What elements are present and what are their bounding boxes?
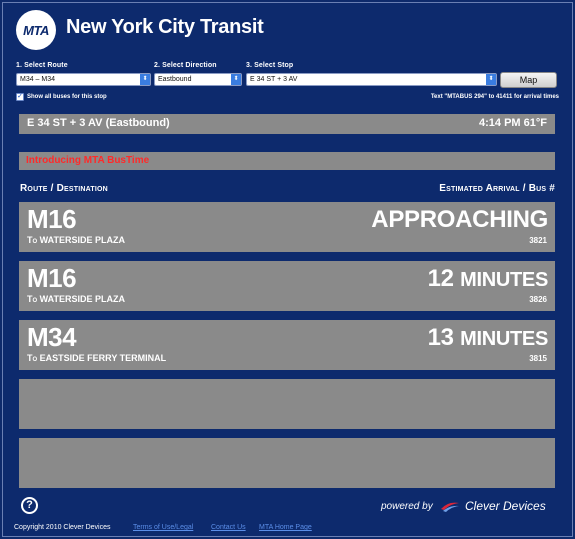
route-number: M16 xyxy=(27,263,77,293)
notice-bar: Introducing MTA BusTime xyxy=(19,152,555,170)
stop-select-value: E 34 ST + 3 AV xyxy=(250,76,298,83)
chevron-updown-icon: ⬍ xyxy=(140,74,150,85)
arrival-row: M16 To WATERSIDE PLAZA 12 MINUTES 3826 xyxy=(19,261,555,311)
eta-unit: MINUTES xyxy=(460,328,548,350)
eta-unit: MINUTES xyxy=(460,269,548,291)
route-select[interactable]: M34 – M34 ⬍ xyxy=(16,73,151,86)
route-destination-header: Route / Destination xyxy=(20,183,108,194)
mta-logo: MTA xyxy=(16,10,56,50)
direction-select-value: Eastbound xyxy=(158,76,192,83)
stop-select[interactable]: E 34 ST + 3 AV ⬍ xyxy=(246,73,497,86)
eta-value: APPROACHING xyxy=(371,206,548,233)
powered-by-text: powered by xyxy=(381,501,433,512)
arrival-eta: APPROACHING xyxy=(371,208,548,232)
stop-name: E 34 ST + 3 AV (Eastbound) xyxy=(27,117,170,129)
notice-text: Introducing MTA BusTime xyxy=(26,155,150,166)
arrival-row: M34 To EASTSIDE FERRY TERMINAL 13 MINUTE… xyxy=(19,320,555,370)
show-all-label: Show all buses for this stop xyxy=(27,94,107,100)
direction-select[interactable]: Eastbound ⬍ xyxy=(154,73,242,86)
route-select-value: M34 – M34 xyxy=(20,76,56,83)
empty-arrival-row xyxy=(19,379,555,429)
arrival-eta: 12 MINUTES xyxy=(427,265,549,292)
clever-devices-logo-icon xyxy=(441,502,459,512)
route-destination: To WATERSIDE PLAZA xyxy=(27,235,125,245)
bus-number: 3826 xyxy=(529,295,547,304)
route-number: M16 xyxy=(27,204,77,234)
copyright-text: Copyright 2010 Clever Devices xyxy=(14,524,111,531)
contact-link[interactable]: Contact Us xyxy=(211,524,246,531)
route-destination: To WATERSIDE PLAZA xyxy=(27,294,125,304)
bus-number: 3821 xyxy=(529,236,547,245)
arrival-eta: 13 MINUTES xyxy=(427,324,549,351)
help-icon[interactable]: ? xyxy=(21,497,38,514)
vendor-name: Clever Devices xyxy=(465,499,546,513)
sms-instructions: Text "MTABUS 294" to 41411 for arrival t… xyxy=(430,94,559,100)
route-select-label: 1. Select Route xyxy=(16,62,68,69)
terms-link[interactable]: Terms of Use/Legal xyxy=(133,524,193,531)
chevron-updown-icon: ⬍ xyxy=(231,74,241,85)
eta-value: 12 xyxy=(427,265,454,292)
route-destination: To EASTSIDE FERRY TERMINAL xyxy=(27,353,167,363)
direction-select-label: 2. Select Direction xyxy=(154,62,217,69)
arrival-row: M16 To WATERSIDE PLAZA APPROACHING 3821 xyxy=(19,202,555,252)
stop-info-bar: E 34 ST + 3 AV (Eastbound) 4:14 PM 61°F xyxy=(19,114,555,134)
arrival-bus-header: Estimated Arrival / Bus # xyxy=(439,183,555,194)
mta-home-link[interactable]: MTA Home Page xyxy=(259,524,312,531)
time-weather: 4:14 PM 61°F xyxy=(479,117,547,129)
empty-arrival-row xyxy=(19,438,555,488)
stop-select-label: 3. Select Stop xyxy=(246,62,294,69)
show-all-checkbox[interactable]: ✓ xyxy=(16,93,24,101)
map-button[interactable]: Map xyxy=(500,72,557,88)
route-number: M34 xyxy=(27,322,77,352)
app-title: New York City Transit xyxy=(66,16,264,38)
bus-number: 3815 xyxy=(529,354,547,363)
eta-value: 13 xyxy=(427,324,454,351)
chevron-updown-icon: ⬍ xyxy=(486,74,496,85)
